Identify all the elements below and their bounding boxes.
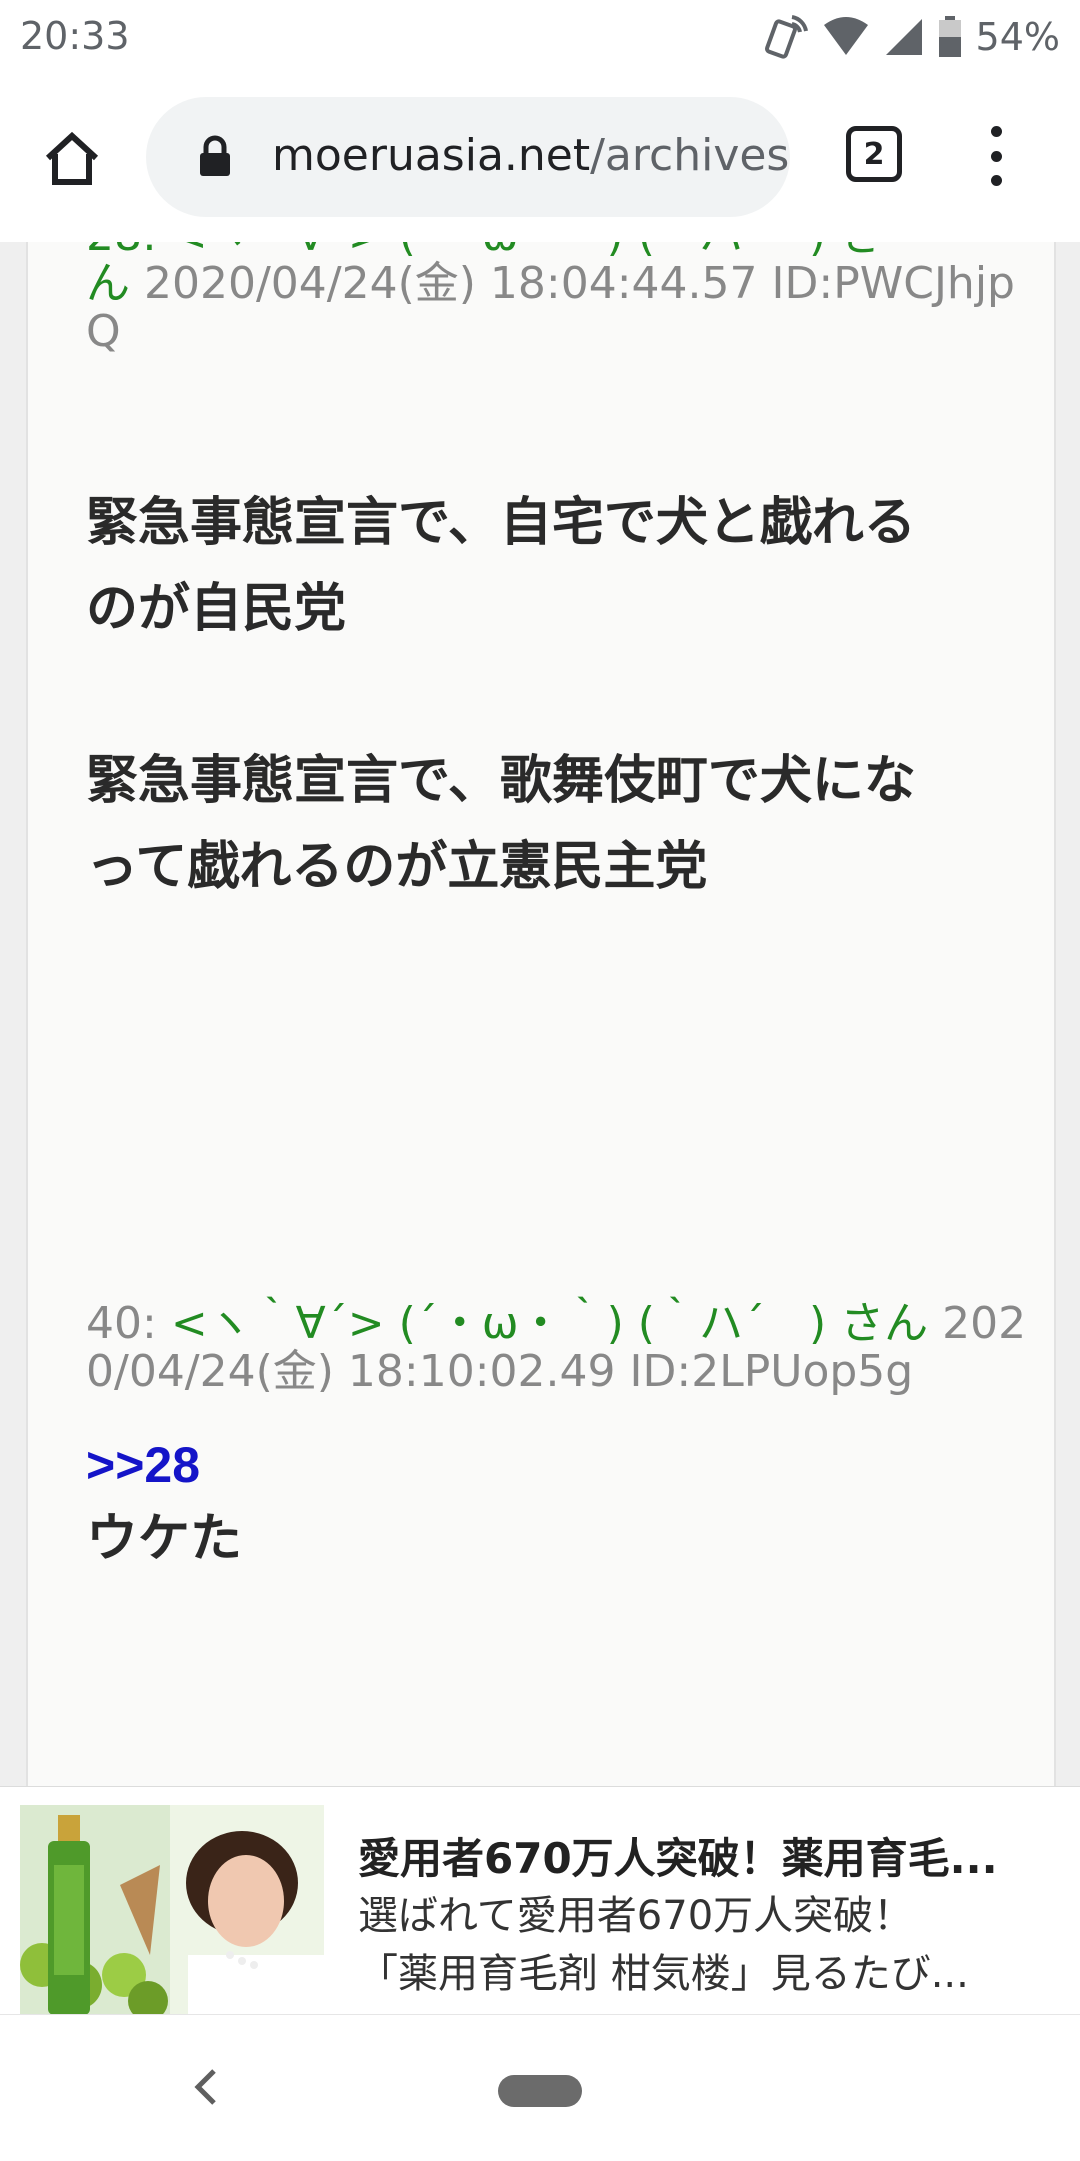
status-bar: 20:33 54%	[0, 0, 1080, 82]
ad-title[interactable]: 愛用者670万人突破！薬用育毛...	[358, 1825, 1058, 1886]
page-content[interactable]: 28: <ヽ｀∀´> (´・ω・｀) (｀ハ´ ) さ ん 2020/04/24…	[0, 242, 1080, 1786]
lock-icon	[200, 135, 230, 176]
system-nav-bar	[0, 2014, 1080, 2161]
poster-name[interactable]: <ヽ｀∀´> (´・ω・｀) (｀ハ´ ) さん	[171, 1298, 928, 1349]
browser-toolbar: moeruasia.net/archives 2	[0, 82, 1080, 243]
ad-product-illustration	[20, 1805, 324, 2017]
ad-description[interactable]: 選ばれて愛用者670万人突破！ 「薬用育毛剤 柑気楼」見るたび...	[358, 1887, 1058, 2003]
nfc-icon	[764, 15, 808, 59]
battery-icon	[938, 16, 961, 57]
ad-banner[interactable]: 愛用者670万人突破！薬用育毛... 選ばれて愛用者670万人突破！ 「薬用育毛…	[0, 1786, 1080, 2017]
wifi-icon	[823, 17, 868, 55]
status-icons: 54%	[762, 12, 1060, 62]
post-meta: 40: <ヽ｀∀´> (´・ω・｀) (｀ハ´ ) さん 2020/04/24(…	[86, 1300, 1036, 1396]
url-domain: moeruasia.net	[272, 130, 591, 181]
url-text: moeruasia.net/archives	[272, 130, 789, 181]
post-meta: ん 2020/04/24(金) 18:04:44.57 ID:PWCJhjpQ	[86, 260, 1036, 356]
status-time: 20:33	[20, 14, 130, 58]
post-number: 40:	[86, 1298, 157, 1349]
post-body: ウケた	[86, 1510, 243, 1568]
tab-switcher-icon[interactable]: 2	[846, 126, 902, 182]
url-path: /archives	[590, 130, 790, 181]
poster-name: ん	[86, 258, 130, 309]
home-pill-icon[interactable]	[498, 2075, 582, 2107]
post-datetime: 2020/04/24(金) 18:04:44.57	[144, 258, 758, 309]
post-40: 40: <ヽ｀∀´> (´・ω・｀) (｀ハ´ ) さん 2020/04/24(…	[86, 1300, 1036, 1582]
signal-icon	[885, 19, 922, 55]
back-icon[interactable]	[190, 2065, 220, 2109]
article-card: 28: <ヽ｀∀´> (´・ω・｀) (｀ハ´ ) さ ん 2020/04/24…	[26, 242, 1056, 1786]
post-body: 緊急事態宣言で、自宅で犬と戯れる のが自民党 緊急事態宣言で、歌舞伎町で犬にな …	[86, 494, 916, 896]
address-bar[interactable]: moeruasia.net/archives	[146, 97, 790, 217]
home-button[interactable]	[36, 122, 108, 194]
post-id: ID:2LPUop5g	[629, 1346, 914, 1397]
battery-percent: 54%	[975, 15, 1060, 59]
reply-anchor-link[interactable]: >>28	[86, 1436, 1036, 1494]
more-menu-icon[interactable]	[976, 126, 1016, 186]
tab-count: 2	[863, 136, 885, 172]
post-28: 28: <ヽ｀∀´> (´・ω・｀) (｀ハ´ ) さ ん 2020/04/24…	[86, 242, 1036, 910]
home-icon	[45, 131, 99, 185]
ad-image[interactable]	[20, 1805, 324, 2017]
